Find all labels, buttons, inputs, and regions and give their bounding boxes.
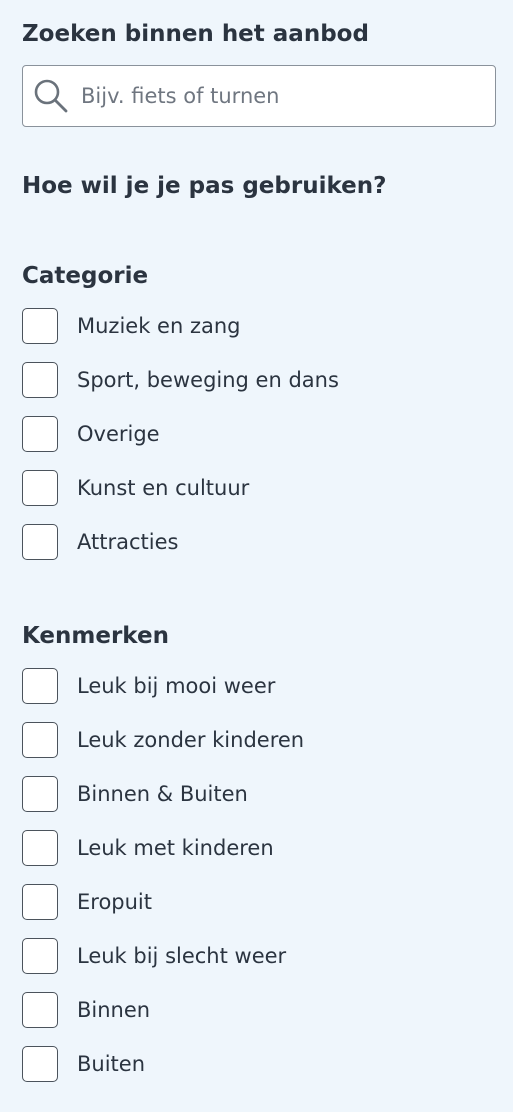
option-label: Sport, beweging en dans [77,368,339,392]
option-label: Attracties [77,530,179,554]
category-title: Categorie [22,263,149,289]
checkbox[interactable] [22,524,58,560]
option-label: Eropuit [77,890,152,914]
checkbox[interactable] [22,938,58,974]
feature-option[interactable]: Leuk zonder kinderen [22,722,304,758]
feature-option[interactable]: Eropuit [22,884,304,920]
search-icon [33,78,69,114]
option-label: Muziek en zang [77,314,241,338]
option-label: Binnen [77,998,151,1022]
search-input[interactable] [81,66,481,126]
category-option[interactable]: Kunst en cultuur [22,470,339,506]
checkbox[interactable] [22,470,58,506]
checkbox[interactable] [22,362,58,398]
checkbox[interactable] [22,992,58,1028]
option-label: Leuk zonder kinderen [77,728,305,752]
option-label: Binnen & Buiten [77,782,248,806]
search-label: Zoeken binnen het aanbod [22,21,369,47]
category-option[interactable]: Attracties [22,524,339,560]
checkbox[interactable] [22,776,58,812]
option-label: Overige [77,422,160,446]
features-title: Kenmerken [22,623,169,649]
feature-option[interactable]: Buiten [22,1046,304,1082]
category-list: Muziek en zang Sport, beweging en dans O… [22,308,339,578]
feature-option[interactable]: Leuk bij mooi weer [22,668,304,704]
option-label: Leuk met kinderen [77,836,274,860]
feature-option[interactable]: Leuk bij slecht weer [22,938,304,974]
option-label: Leuk bij slecht weer [77,944,287,968]
checkbox[interactable] [22,308,58,344]
category-option[interactable]: Muziek en zang [22,308,339,344]
checkbox[interactable] [22,1046,58,1082]
option-label: Kunst en cultuur [77,476,250,500]
search-box[interactable] [22,65,496,127]
option-label: Leuk bij mooi weer [77,674,276,698]
checkbox[interactable] [22,830,58,866]
feature-option[interactable]: Leuk met kinderen [22,830,304,866]
checkbox[interactable] [22,416,58,452]
category-option[interactable]: Sport, beweging en dans [22,362,339,398]
checkbox[interactable] [22,884,58,920]
usage-heading: Hoe wil je je pas gebruiken? [22,173,387,199]
features-list: Leuk bij mooi weer Leuk zonder kinderen … [22,668,304,1100]
option-label: Buiten [77,1052,146,1076]
category-option[interactable]: Overige [22,416,339,452]
checkbox[interactable] [22,722,58,758]
feature-option[interactable]: Binnen & Buiten [22,776,304,812]
checkbox[interactable] [22,668,58,704]
feature-option[interactable]: Binnen [22,992,304,1028]
